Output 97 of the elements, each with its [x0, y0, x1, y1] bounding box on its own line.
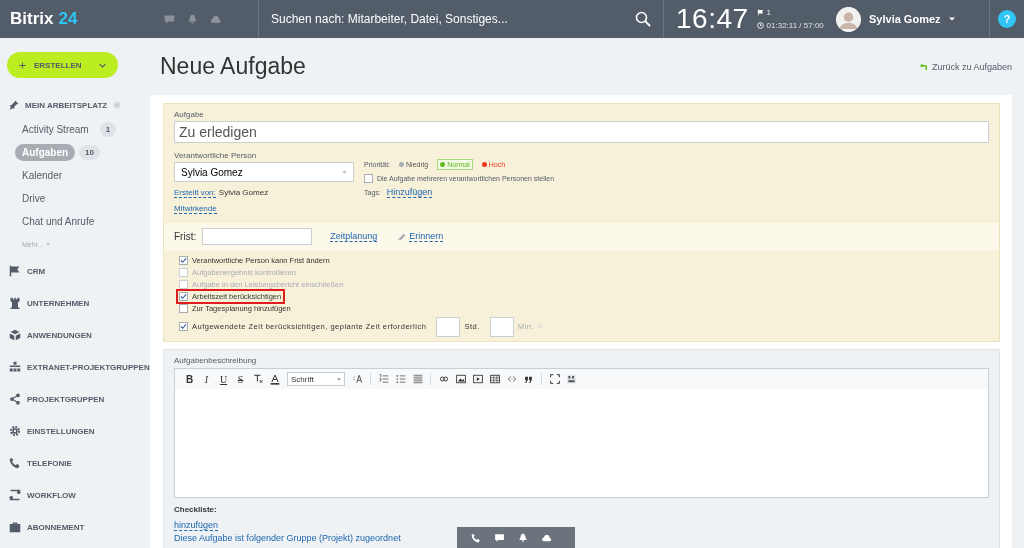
- page-title: Neue Aufgabe: [160, 53, 306, 80]
- created-by-link[interactable]: Erstellt von:: [174, 188, 216, 198]
- phone-icon[interactable]: [471, 532, 481, 543]
- caret-icon: [337, 377, 341, 381]
- checkbox[interactable]: [179, 256, 188, 265]
- align-icon[interactable]: [412, 374, 423, 384]
- box-icon: [9, 329, 21, 341]
- logo-number: 24: [58, 9, 78, 29]
- hours-field[interactable]: [436, 316, 461, 337]
- checkbox[interactable]: [364, 174, 373, 183]
- table-icon[interactable]: [489, 374, 500, 384]
- numbered-list-icon[interactable]: [378, 374, 389, 384]
- planning-link[interactable]: Zeitplanung: [330, 231, 378, 242]
- loop-icon: [9, 489, 21, 501]
- field-label: Aufgabe: [174, 110, 205, 119]
- fullscreen-icon[interactable]: [549, 374, 560, 384]
- format-button[interactable]: U: [215, 371, 232, 387]
- sidebar-item[interactable]: Chat und Anrufe: [15, 213, 102, 230]
- image-icon[interactable]: [455, 374, 466, 384]
- responsible-select[interactable]: Sylvia Gomez: [174, 162, 354, 182]
- back-link[interactable]: Zurück zu Aufgaben: [919, 61, 1012, 72]
- section-title[interactable]: MEIN ARBEITSPLATZ: [25, 100, 108, 110]
- bbcode-icon[interactable]: [566, 374, 577, 384]
- count-badge: 1: [99, 122, 117, 137]
- clear-icon: [537, 324, 543, 329]
- sidebar-item[interactable]: Kalender: [15, 167, 70, 184]
- quote-icon[interactable]: [524, 374, 533, 384]
- format-button[interactable]: B: [181, 371, 198, 387]
- deadline-label: Frist:: [174, 231, 197, 242]
- title-input[interactable]: Zu erledigen: [174, 121, 989, 143]
- checkbox[interactable]: [179, 304, 188, 313]
- phone-icon: [9, 457, 21, 469]
- group-text: Diese Aufgabe ist folgender Gruppe (Projekt) zugeordnet: [174, 533, 401, 543]
- check-icon: [180, 293, 187, 300]
- creator-name: Sylvia Gomez: [218, 188, 269, 197]
- minutes-field[interactable]: [489, 316, 514, 337]
- sidebar-section[interactable]: ABONNEMENT: [27, 522, 85, 532]
- logo-text: Bitrix: [10, 9, 54, 29]
- add-checklist-link[interactable]: hinzufügen: [174, 520, 219, 531]
- sidebar-section[interactable]: ANWENDUNGEN: [27, 330, 92, 340]
- add-tag-link[interactable]: Hinzufügen: [386, 187, 433, 198]
- plus-icon: [19, 61, 26, 69]
- blocks-icon: [9, 361, 21, 373]
- checkbox[interactable]: [179, 292, 188, 301]
- gear-icon: [113, 101, 122, 109]
- chat-icon[interactable]: [494, 532, 505, 543]
- clock-time: 16:47: [676, 3, 749, 35]
- sidebar-item[interactable]: Drive: [15, 190, 53, 207]
- link-icon[interactable]: [437, 375, 450, 383]
- gear-icon: [9, 425, 21, 437]
- user-menu[interactable]: Sylvia Gomez: [869, 13, 941, 25]
- format-button[interactable]: S: [232, 371, 249, 387]
- text-editor[interactable]: B I U S Schrift: [174, 368, 989, 498]
- pin-icon: [9, 100, 19, 110]
- check-icon: [180, 323, 187, 330]
- font-size-icon[interactable]: [351, 374, 364, 384]
- field-label: Verantwortliche Person: [174, 151, 258, 160]
- flag-count: 1: [766, 8, 772, 17]
- font-select[interactable]: Schrift: [287, 372, 345, 386]
- checkbox[interactable]: [179, 322, 188, 331]
- avatar-icon: [836, 6, 861, 32]
- cloud-icon[interactable]: [541, 532, 552, 543]
- work-timer: 01:32:11 / 57:00: [766, 21, 824, 30]
- sidebar-section[interactable]: WORKFLOW: [27, 490, 76, 500]
- clear-format-icon[interactable]: [252, 374, 263, 384]
- video-icon[interactable]: [472, 374, 483, 384]
- code-icon[interactable]: [505, 375, 518, 383]
- count-badge: 10: [79, 145, 100, 160]
- sidebar-item[interactable]: Activity Stream: [15, 121, 96, 138]
- flag-icon: [756, 9, 764, 16]
- sidebar-section[interactable]: UNTERNEHMEN: [27, 298, 90, 308]
- share-icon: [9, 393, 21, 405]
- caret-icon: [948, 17, 955, 21]
- bullet-list-icon[interactable]: [395, 374, 406, 384]
- sidebar-section[interactable]: PROJEKTGRUPPEN: [27, 394, 105, 404]
- search-icon[interactable]: [635, 11, 651, 27]
- checklist-title: Checkliste:: [174, 505, 218, 514]
- check-icon: [180, 257, 187, 264]
- return-arrow-icon: [919, 62, 928, 71]
- caret-icon: [342, 170, 347, 174]
- field-label: Aufgabenbeschreibung: [174, 356, 258, 365]
- search-field[interactable]: Suchen nach: Mitarbeiter, Datei, Sonstiges...: [271, 12, 508, 26]
- text-color-icon[interactable]: [269, 373, 280, 385]
- create-button[interactable]: ERSTELLEN: [7, 52, 118, 78]
- briefcase-icon: [9, 521, 21, 533]
- format-button[interactable]: I: [198, 371, 215, 387]
- tower-icon: [9, 297, 21, 309]
- chevron-icon: [99, 62, 106, 68]
- deadline-field[interactable]: [202, 228, 313, 245]
- remind-link[interactable]: Erinnern: [409, 231, 444, 242]
- sidebar-section[interactable]: CRM: [27, 266, 46, 276]
- flag-icon: [9, 265, 21, 277]
- clock-icon: [756, 22, 764, 29]
- participants-link[interactable]: Mitwirkende: [174, 204, 217, 214]
- sidebar-section[interactable]: EXTRANET-PROJEKTGRUPPEN: [27, 362, 150, 372]
- sidebar-section[interactable]: TELEFONIE: [27, 458, 72, 468]
- sidebar-section[interactable]: EINSTELLUNGEN: [27, 426, 95, 436]
